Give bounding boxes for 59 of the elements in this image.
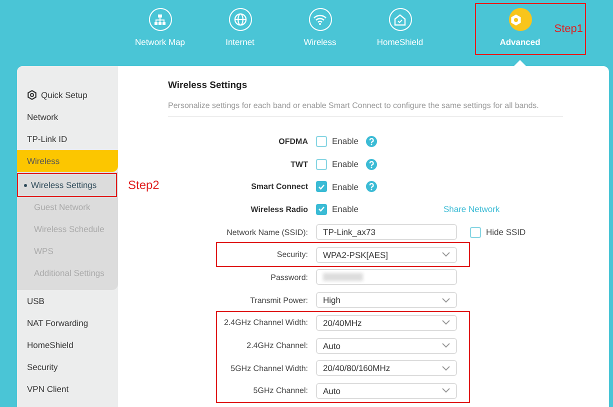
sidebar-item[interactable]: Network (17, 106, 118, 128)
checkbox-label: Hide SSID (486, 227, 526, 238)
dropdown[interactable]: Auto (316, 382, 457, 399)
sidebar-item[interactable]: VPN Client (17, 378, 118, 400)
chevron-down-icon (442, 298, 450, 303)
help-icon[interactable] (366, 158, 378, 170)
checkbox-label: Enable (332, 136, 358, 146)
checkbox-label: Enable (332, 182, 358, 192)
checkbox[interactable] (316, 136, 327, 147)
chevron-down-icon (442, 388, 450, 394)
sidebar-item[interactable]: Wireless (17, 150, 118, 172)
field-label: OFDMA (278, 136, 309, 146)
input-field[interactable]: TP-Link_ax73 (316, 224, 457, 240)
globe-icon (234, 13, 246, 26)
field-label: 2.4GHz Channel: (246, 341, 309, 350)
field-label: 5GHz Channel Width: (230, 364, 309, 373)
chevron-down-icon (442, 343, 450, 348)
field-label: Transmit Power: (249, 296, 309, 305)
field-label: Wireless Radio (250, 204, 309, 214)
dropdown[interactable]: High (316, 292, 457, 308)
field-label: Smart Connect (250, 182, 309, 192)
sidebar-item[interactable]: NAT Forwarding (17, 312, 118, 334)
checkbox-label: Enable (332, 159, 358, 170)
field-label: 2.4GHz Channel Width: (222, 318, 309, 328)
gear-icon (27, 90, 37, 100)
chevron-down-icon (442, 320, 450, 326)
dropdown[interactable]: 20/40MHz (316, 314, 457, 331)
dropdown[interactable]: 20/40/80/160MHz (316, 360, 457, 376)
help-icon[interactable] (366, 136, 378, 147)
sidebar-item[interactable]: Security (17, 356, 118, 378)
step-label: Step1 (554, 23, 583, 35)
field-label: Network Name (SSID): (226, 228, 309, 237)
step-label: Step2 (128, 178, 160, 192)
checkbox[interactable] (470, 226, 481, 238)
field-label: Password: (270, 272, 309, 282)
chevron-down-icon (442, 366, 450, 371)
field-label: 5GHz Channel: (252, 386, 309, 396)
home-shield-icon (394, 14, 406, 26)
chevron-down-icon (442, 252, 450, 258)
sidebar-item[interactable]: HomeShield (17, 334, 118, 356)
gear-icon (510, 14, 522, 26)
password-field[interactable] (316, 269, 457, 286)
checkbox-label: Enable (332, 204, 358, 214)
sidebar-item[interactable]: TP-Link ID (17, 128, 118, 150)
section-title: Wireless Settings (168, 80, 248, 91)
field-label: TWT (290, 160, 309, 169)
network-map-icon (154, 14, 166, 26)
checkbox[interactable] (316, 204, 327, 215)
checkbox[interactable] (316, 158, 327, 170)
help-icon[interactable] (366, 181, 378, 192)
sidebar-item[interactable]: Quick Setup (17, 84, 118, 106)
section-description: Personalize settings for each band or enable Smart Connect to configure the same settings for all bands. (168, 101, 563, 117)
sidebar-item[interactable]: USB (17, 290, 118, 312)
dropdown[interactable]: Auto (316, 338, 457, 354)
checkbox[interactable] (316, 181, 327, 192)
dropdown[interactable]: WPA2-PSK[AES] (316, 246, 457, 263)
field-label: Security: (276, 250, 309, 260)
wifi-icon (313, 14, 327, 25)
blurred-password (323, 273, 363, 282)
